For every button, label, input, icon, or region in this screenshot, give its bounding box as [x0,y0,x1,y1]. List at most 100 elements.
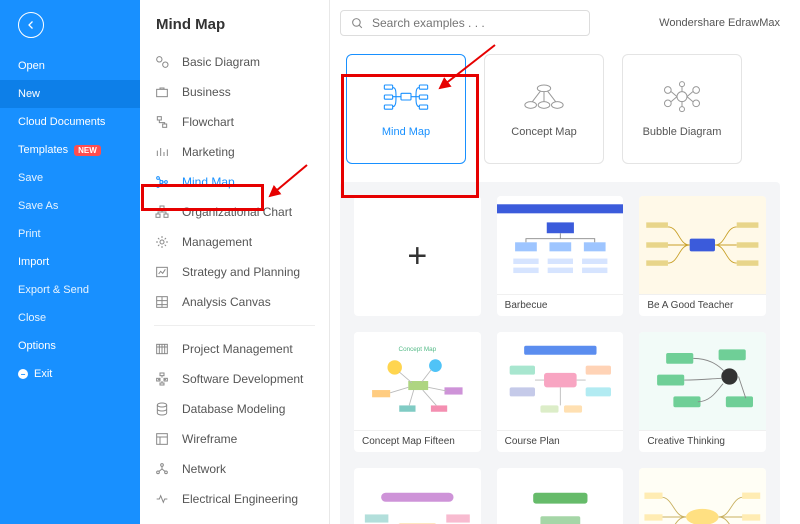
type-card-bubble-diagram[interactable]: Bubble Diagram [622,54,742,164]
template-card-how-to-use-mind-map[interactable]: How To Use Mind Map [639,468,766,524]
category-item-basic-diagram[interactable]: Basic Diagram [140,47,329,77]
category-separator [154,325,315,326]
nav-item-options[interactable]: Options [0,332,140,360]
category-item-software-development[interactable]: Software Development [140,364,329,394]
search-box[interactable] [340,10,590,36]
template-thumb [497,468,624,524]
sidebar-nav: Open New Cloud Documents Templates NEW Save Sa… [0,0,140,524]
type-icon [519,80,569,116]
category-icon [154,54,170,70]
template-thumb [639,468,766,524]
template-label: Concept Map Fifteen [354,430,481,452]
template-label: Be A Good Teacher [639,294,766,316]
category-item-database-modeling[interactable]: Database Modeling [140,394,329,424]
category-icon [154,144,170,160]
template-label: Creative Thinking [639,430,766,452]
nav-item-cloud-documents[interactable]: Cloud Documents [0,108,140,136]
template-thumb [639,332,766,430]
category-icon [154,234,170,250]
nav-item-open[interactable]: Open [0,52,140,80]
nav-item-label: Open [18,60,45,72]
category-label: Business [182,85,231,99]
category-item-electrical-engineering[interactable]: Electrical Engineering [140,484,329,514]
template-thumb [639,196,766,294]
nav-item-label: New [18,88,40,100]
category-label: Basic Diagram [182,55,260,69]
svg-text:Concept Map: Concept Map [399,346,437,353]
category-item-strategy-and-planning[interactable]: Strategy and Planning [140,257,329,287]
category-item-analysis-canvas[interactable]: Analysis Canvas [140,287,329,317]
new-badge: NEW [74,145,101,156]
category-label: Electrical Engineering [182,492,298,506]
template-card-course-plan[interactable]: Course Plan [497,332,624,452]
template-thumb: Concept Map [354,332,481,430]
category-icon [154,204,170,220]
search-input[interactable] [372,16,579,30]
main-area: Wondershare EdrawMax Mind Map Concept Map… [330,0,800,524]
category-label: Mind Map [182,175,235,189]
nav-item-label: Export & Send [18,284,89,296]
type-label: Mind Map [382,126,430,138]
category-item-organizational-chart[interactable]: Organizational Chart [140,197,329,227]
nav-item-label: Save As [18,200,58,212]
category-icon [154,371,170,387]
nav-item-label: Save [18,172,43,184]
category-label: Management [182,235,252,249]
category-icon [154,84,170,100]
type-icon [381,80,431,116]
category-item-industrial-engineering[interactable]: Industrial Engineering [140,514,329,517]
nav-item-label: Templates [18,144,68,156]
category-label: Flowchart [182,115,234,129]
category-item-project-management[interactable]: Project Management [140,334,329,364]
category-label: Wireframe [182,432,237,446]
brand-label: Wondershare EdrawMax [659,17,780,29]
type-card-mind-map[interactable]: Mind Map [346,54,466,164]
nav-item-label: Close [18,312,46,324]
category-icon [154,401,170,417]
category-item-network[interactable]: Network [140,454,329,484]
template-card-barbecue[interactable]: Barbecue [497,196,624,316]
template-card-concept-map-fifteen[interactable]: Concept Map Concept Map Fifteen [354,332,481,452]
category-label: Network [182,462,226,476]
category-title: Mind Map [140,0,329,47]
template-thumb [354,468,481,524]
template-card-be-a-good-teacher[interactable]: Be A Good Teacher [639,196,766,316]
category-item-marketing[interactable]: Marketing [140,137,329,167]
type-label: Bubble Diagram [643,126,722,138]
category-label: Database Modeling [182,402,285,416]
template-label: Barbecue [497,294,624,316]
nav-item-close[interactable]: Close [0,304,140,332]
nav-item-import[interactable]: Import [0,248,140,276]
category-icon [154,491,170,507]
category-label: Marketing [182,145,235,159]
category-item-wireframe[interactable]: Wireframe [140,424,329,454]
category-label: Strategy and Planning [182,265,300,279]
template-label: Course Plan [497,430,624,452]
back-button[interactable] [18,12,44,38]
nav-item-save[interactable]: Save [0,164,140,192]
category-item-business[interactable]: Business [140,77,329,107]
nav-item-new[interactable]: New [0,80,140,108]
type-label: Concept Map [511,126,576,138]
category-icon [154,174,170,190]
template-card-blank[interactable]: + [354,196,481,316]
category-label: Software Development [182,372,303,386]
category-icon [154,341,170,357]
nav-item-templates[interactable]: Templates NEW [0,136,140,164]
nav-item-save-as[interactable]: Save As [0,192,140,220]
category-item-flowchart[interactable]: Flowchart [140,107,329,137]
category-label: Analysis Canvas [182,295,271,309]
nav-item-export-&-send[interactable]: Export & Send [0,276,140,304]
template-card-creative-thinking[interactable]: Creative Thinking [639,332,766,452]
category-item-management[interactable]: Management [140,227,329,257]
nav-item-label: Print [18,228,41,240]
type-card-concept-map[interactable]: Concept Map [484,54,604,164]
template-card-blank[interactable] [497,468,624,524]
category-label: Project Management [182,342,293,356]
nav-item-print[interactable]: Print [0,220,140,248]
category-item-mind-map[interactable]: Mind Map [140,167,329,197]
nav-item-exit[interactable]: −Exit [0,360,140,388]
category-label: Organizational Chart [182,205,292,219]
template-card-blank[interactable] [354,468,481,524]
category-panel: Mind Map Basic Diagram Business Flowchart M… [140,0,330,524]
